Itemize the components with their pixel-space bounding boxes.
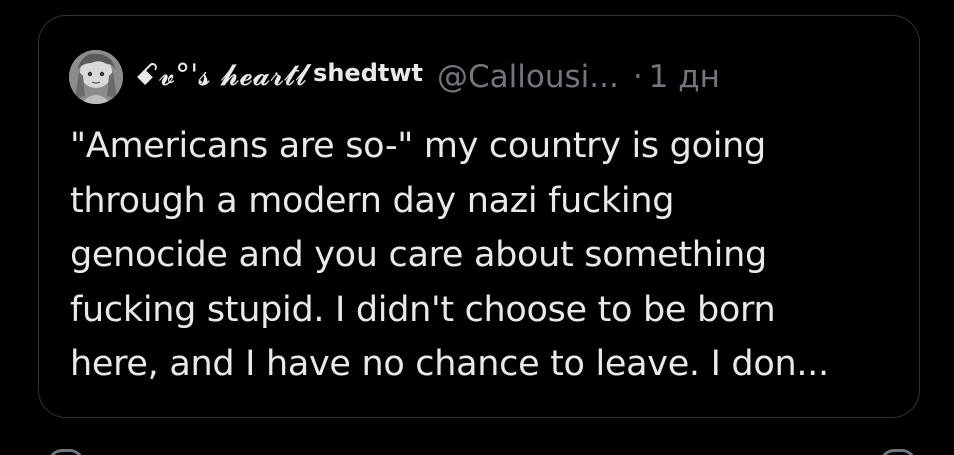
post-timestamp[interactable]: 1 дн [649, 59, 720, 95]
quoted-post-card[interactable]: ꗃ𝓿°'𝓼 𝓱𝓮𝓪𝓻𝓽𝓵 shedtwt @Callousi... · 1 дн… [38, 15, 920, 418]
quoted-post-text: "Americans are so-" my country is going … [70, 126, 829, 384]
separator-dot: · [632, 59, 643, 95]
author-handle-name[interactable]: shedtwt [313, 59, 423, 87]
avatar[interactable] [69, 50, 123, 104]
share-icon[interactable] [880, 449, 916, 455]
author-display-name[interactable]: ꗃ𝓿°'𝓼 𝓱𝓮𝓪𝓻𝓽𝓵 [135, 58, 307, 93]
avatar-image [69, 50, 123, 104]
reply-icon[interactable] [48, 449, 84, 455]
quoted-post-header: ꗃ𝓿°'𝓼 𝓱𝓮𝓪𝓻𝓽𝓵 shedtwt @Callousi... · 1 дн [69, 49, 899, 105]
author-username[interactable]: @Callousi... [437, 59, 619, 95]
page: ꗃ𝓿°'𝓼 𝓱𝓮𝓪𝓻𝓽𝓵 shedtwt @Callousi... · 1 дн… [0, 0, 954, 455]
